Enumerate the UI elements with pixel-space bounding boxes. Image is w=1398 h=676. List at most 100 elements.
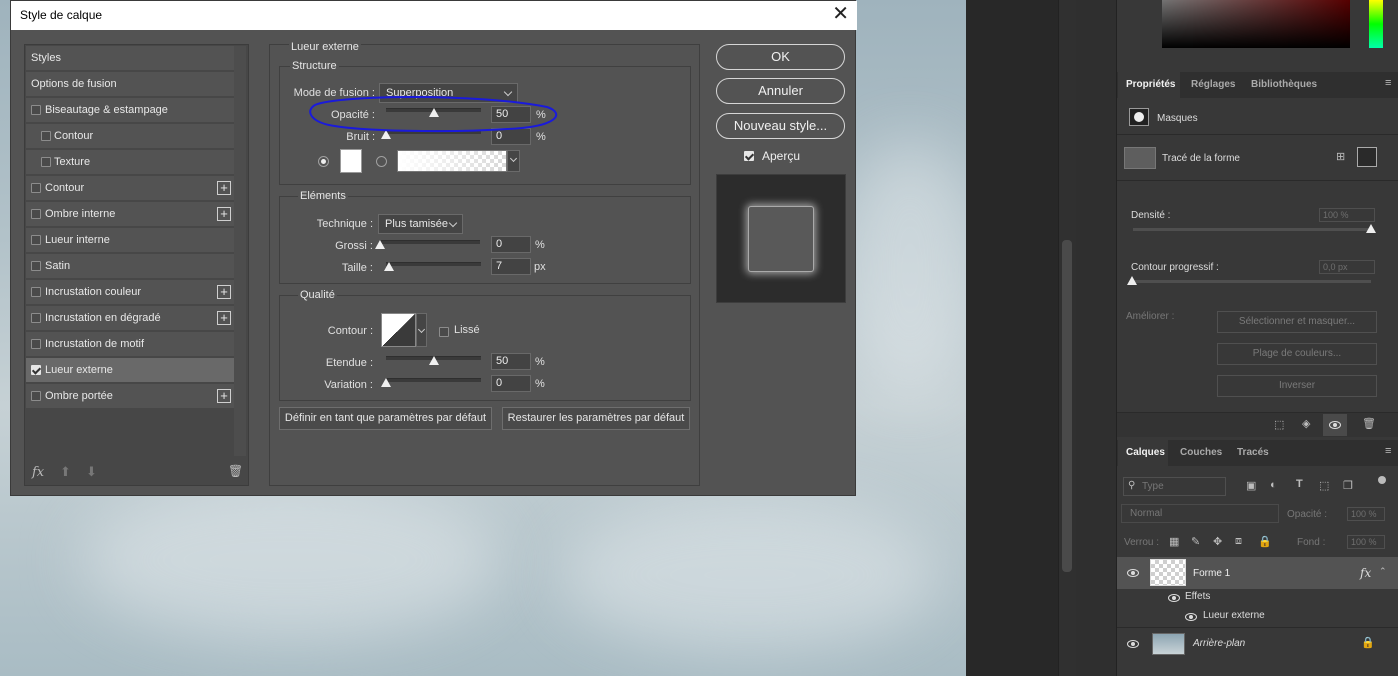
tab-properties[interactable]: Propriétés (1126, 79, 1175, 90)
spread-slider-thumb[interactable] (375, 240, 385, 249)
style-item[interactable]: Ombre interne + (26, 202, 235, 227)
style-item[interactable]: Incrustation couleur + (26, 280, 235, 305)
eye-icon[interactable] (1127, 569, 1139, 577)
style-checkbox[interactable] (31, 313, 41, 323)
tab-adjustments[interactable]: Réglages (1191, 79, 1235, 90)
reset-default-button[interactable]: Restaurer les paramètres par défaut (502, 407, 690, 430)
add-instance-icon[interactable]: + (217, 181, 231, 195)
eye-icon[interactable] (1185, 613, 1197, 621)
add-instance-icon[interactable]: + (217, 389, 231, 403)
lock-position-icon[interactable]: ✥ (1213, 535, 1222, 548)
style-checkbox[interactable] (31, 209, 41, 219)
move-up-icon[interactable]: ⬆ (60, 464, 71, 480)
filter-shape-icon[interactable]: ⬚ (1319, 479, 1329, 492)
size-slider-thumb[interactable] (384, 262, 394, 271)
vector-mask-icon[interactable] (1357, 147, 1377, 167)
style-item[interactable]: Incrustation en dégradé + (26, 306, 235, 331)
color-range-button[interactable]: Plage de couleurs... (1217, 343, 1377, 365)
fx-icon[interactable]: fx (32, 465, 44, 480)
layer-filter-select[interactable]: ⚲ Type (1123, 477, 1226, 496)
style-item[interactable]: Incrustation de motif (26, 332, 235, 357)
trash-icon[interactable]: 🗑 (228, 464, 243, 478)
tab-layers[interactable]: Calques (1126, 447, 1165, 458)
jitter-slider-thumb[interactable] (381, 378, 391, 387)
filter-type-icon[interactable]: T (1296, 478, 1303, 490)
background-layer-name[interactable]: Arrière-plan (1193, 638, 1245, 649)
chevron-up-icon[interactable]: ⌃ (1379, 566, 1387, 577)
eye-icon[interactable] (1329, 421, 1341, 429)
range-input[interactable]: 50 (491, 353, 531, 370)
tab-libraries[interactable]: Bibliothèques (1251, 79, 1317, 90)
style-item[interactable]: Texture (26, 150, 235, 175)
style-checkbox[interactable] (31, 261, 41, 271)
set-default-button[interactable]: Définir en tant que paramètres par défau… (279, 407, 492, 430)
layer-blend-mode-select[interactable]: Normal (1121, 504, 1279, 523)
eye-icon[interactable] (1127, 640, 1139, 648)
spread-input[interactable]: 0 (491, 236, 531, 253)
cancel-button[interactable]: Annuler (716, 78, 845, 104)
panel-menu-icon[interactable]: ≡ (1385, 445, 1391, 457)
canvas-scroll-thumb[interactable] (1062, 240, 1072, 572)
tab-paths[interactable]: Tracés (1237, 447, 1269, 458)
add-instance-icon[interactable]: + (217, 207, 231, 221)
style-item[interactable]: Satin (26, 254, 235, 279)
style-checkbox[interactable] (41, 157, 51, 167)
select-and-mask-button[interactable]: Sélectionner et masquer... (1217, 311, 1377, 333)
filter-adjustment-icon[interactable]: ◐ (1270, 479, 1277, 491)
jitter-slider[interactable] (381, 378, 481, 387)
add-mask-icon[interactable]: ⊞ (1336, 150, 1345, 163)
layer-row-shape[interactable]: Forme 1 fx ⌃ (1117, 557, 1398, 589)
feather-slider-thumb[interactable] (1127, 276, 1137, 285)
layer-row-background[interactable]: Arrière-plan 🔒 (1117, 627, 1398, 659)
technique-select[interactable]: Plus tamisée (378, 214, 463, 234)
styles-list-scrollbar[interactable] (234, 46, 246, 456)
style-item[interactable]: Lueur interne (26, 228, 235, 253)
jitter-input[interactable]: 0 (491, 375, 531, 392)
fx-badge-icon[interactable]: fx (1360, 566, 1371, 580)
density-slider-thumb[interactable] (1366, 224, 1376, 233)
panel-menu-icon[interactable]: ≡ (1385, 77, 1391, 89)
gradient-dropdown[interactable] (507, 150, 520, 172)
close-icon[interactable]: ✕ (832, 4, 849, 24)
range-slider-thumb[interactable] (429, 356, 439, 365)
lock-pixels-icon[interactable]: ✎ (1191, 535, 1200, 548)
style-item[interactable]: Lueur externe (26, 358, 235, 383)
style-checkbox[interactable] (31, 235, 41, 245)
apply-mask-icon[interactable]: ◈ (1302, 417, 1310, 430)
lock-artboard-icon[interactable]: ⧈ (1235, 535, 1242, 548)
feather-input[interactable]: 0,0 px (1319, 260, 1375, 274)
hue-slider[interactable] (1369, 0, 1383, 48)
color-field[interactable] (1162, 0, 1350, 48)
tab-channels[interactable]: Couches (1180, 447, 1222, 458)
layer-name[interactable]: Forme 1 (1193, 568, 1230, 579)
gradient-picker[interactable] (397, 150, 507, 172)
style-checkbox[interactable] (31, 339, 41, 349)
style-checkbox[interactable] (31, 183, 41, 193)
size-input[interactable]: 7 (491, 258, 531, 275)
style-checkbox[interactable] (31, 391, 41, 401)
style-item[interactable]: Options de fusion (26, 72, 235, 97)
filter-smart-object-icon[interactable]: ❐ (1343, 479, 1353, 492)
gradient-radio[interactable] (376, 156, 387, 167)
style-item[interactable]: Ombre portée + (26, 384, 235, 409)
style-item[interactable]: Contour + (26, 176, 235, 201)
feather-slider[interactable] (1133, 280, 1371, 283)
size-slider[interactable] (384, 262, 481, 271)
layer-opacity-input[interactable]: 100 % (1347, 507, 1385, 521)
trash-icon[interactable]: 🗑 (1362, 417, 1376, 430)
invert-button[interactable]: Inverser (1217, 375, 1377, 397)
move-down-icon[interactable]: ⬇ (86, 464, 97, 480)
style-item[interactable]: Biseautage & estampage (26, 98, 235, 123)
density-slider[interactable] (1133, 228, 1371, 231)
glow-color-swatch[interactable] (340, 149, 362, 173)
add-instance-icon[interactable]: + (217, 285, 231, 299)
new-style-button[interactable]: Nouveau style... (716, 113, 845, 139)
filter-toggle-icon[interactable] (1378, 476, 1386, 484)
range-slider[interactable] (386, 356, 481, 365)
spread-slider[interactable] (375, 240, 480, 249)
preview-checkbox[interactable] (744, 151, 754, 161)
lock-transparency-icon[interactable]: ▦ (1169, 535, 1179, 548)
fill-input[interactable]: 100 % (1347, 535, 1385, 549)
outer-glow-effect[interactable]: Lueur externe (1203, 610, 1265, 621)
density-input[interactable]: 100 % (1319, 208, 1375, 222)
